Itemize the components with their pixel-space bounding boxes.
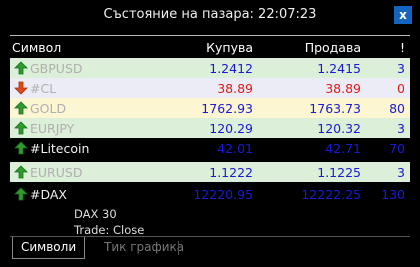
- row-ask: 120.32: [317, 121, 361, 136]
- row-bid: 12220.95: [193, 187, 253, 202]
- row-ask: 42.71: [325, 141, 361, 156]
- symbol-details: DAX 30 Trade: Close: [74, 206, 144, 238]
- table-row[interactable]: EURUSD 1.1222 1.1225 3: [10, 162, 410, 182]
- row-bid: 1.1222: [209, 165, 253, 180]
- row-bid: 38.89: [217, 81, 253, 96]
- table-row[interactable]: #CL 38.89 38.89 0: [10, 78, 410, 98]
- arrow-up-icon: [14, 165, 28, 179]
- row-bid: 1762.93: [201, 101, 253, 116]
- close-button[interactable]: x: [394, 6, 412, 24]
- column-header-count[interactable]: !: [400, 40, 405, 55]
- table-header: Символ Купува Продава !: [10, 35, 410, 58]
- row-count: 70: [389, 141, 405, 156]
- row-count: 0: [397, 81, 405, 96]
- arrow-up-icon: [14, 61, 28, 75]
- tab-divider: [178, 241, 179, 255]
- table-row[interactable]: GBPUSD 1.2412 1.2415 3: [10, 58, 410, 78]
- row-symbol: #Litecoin: [30, 141, 90, 156]
- arrow-down-icon: [14, 81, 28, 95]
- table-row[interactable]: #Litecoin 42.01 42.71 70: [10, 138, 410, 158]
- row-ask: 38.89: [325, 81, 361, 96]
- column-header-bid[interactable]: Купува: [206, 40, 253, 55]
- row-symbol: GBPUSD: [30, 61, 83, 76]
- row-ask: 1.2415: [317, 61, 361, 76]
- market-watch-window: Състояние на пазара: 22:07:23 x Символ К…: [0, 0, 420, 267]
- row-count: 3: [397, 61, 405, 76]
- row-ask: 12222.25: [301, 187, 361, 202]
- tab-symbols[interactable]: Символи: [12, 237, 86, 259]
- row-bid: 42.01: [217, 141, 253, 156]
- row-bid: 1.2412: [209, 61, 253, 76]
- arrow-up-icon: [14, 101, 28, 115]
- column-header-ask[interactable]: Продава: [305, 40, 361, 55]
- table-row[interactable]: EURJPY 120.29 120.32 3: [10, 118, 410, 138]
- row-symbol: #CL: [30, 81, 57, 96]
- row-ask: 1.1225: [317, 165, 361, 180]
- window-title: Състояние на пазара: 22:07:23: [103, 7, 317, 22]
- row-count: 3: [397, 165, 405, 180]
- row-symbol: EURJPY: [30, 121, 75, 136]
- row-symbol: EURUSD: [30, 165, 83, 180]
- row-count: 80: [389, 101, 405, 116]
- arrow-up-icon: [14, 187, 28, 201]
- row-ask: 1763.73: [309, 101, 361, 116]
- row-symbol: GOLD: [30, 101, 67, 116]
- arrow-up-icon: [14, 141, 28, 155]
- row-bid: 120.29: [209, 121, 253, 136]
- row-symbol: #DAX: [30, 187, 67, 202]
- column-header-symbol[interactable]: Символ: [12, 40, 61, 55]
- arrow-up-icon: [14, 121, 28, 135]
- tab-bar: Символи Тик графика: [10, 236, 410, 259]
- table-row[interactable]: #DAX 12220.95 12222.25 130: [10, 184, 410, 204]
- row-count: 130: [381, 187, 405, 202]
- table-row[interactable]: GOLD 1762.93 1763.73 80: [10, 98, 410, 118]
- row-count: 3: [397, 121, 405, 136]
- symbol-description: DAX 30: [74, 207, 117, 221]
